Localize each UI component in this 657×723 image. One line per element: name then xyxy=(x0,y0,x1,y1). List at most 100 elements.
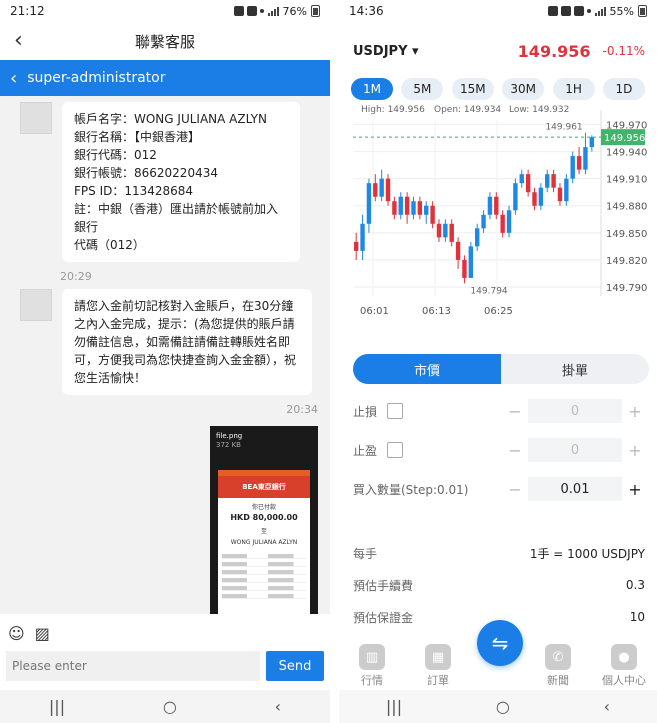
emoji-icon[interactable]: ☺ xyxy=(8,624,25,643)
x-tick-label: 06:25 xyxy=(484,306,513,317)
back-nav-icon[interactable]: ‹ xyxy=(604,697,610,716)
candle-body xyxy=(506,210,512,233)
y-tick-label: 149.850 xyxy=(606,229,647,240)
stop-loss-plus-button[interactable]: + xyxy=(623,399,647,423)
quantity-stepper: − 0.01 + xyxy=(503,476,647,502)
symbol-selector[interactable]: USDJPY ▾ xyxy=(353,44,419,59)
recents-icon[interactable]: ||| xyxy=(49,697,65,716)
nav-market[interactable]: ▥ 行情 xyxy=(346,644,398,688)
y-tick-label: 149.790 xyxy=(606,283,647,294)
bank-logo-text: BEA東亞銀行 xyxy=(242,483,286,491)
candle-body xyxy=(487,196,493,215)
input-row: Send xyxy=(0,643,330,681)
order-type-tabs: 市價 掛單 xyxy=(353,354,649,384)
message-row: 帳戶名字：WONG JULIANA AZLYN 銀行名稱：【中銀香港】 銀行代碼… xyxy=(0,102,330,262)
image-message[interactable]: file.png 372 KB BEA東亞銀行 你已付款 HKD 80,000.… xyxy=(210,426,318,614)
nav-profile[interactable]: ● 個人中心 xyxy=(598,644,650,688)
candle-body xyxy=(455,241,461,260)
take-profit-minus-button[interactable]: − xyxy=(503,438,527,462)
info-label: 預估手續費 xyxy=(353,578,414,593)
candle-body xyxy=(449,223,454,242)
avatar xyxy=(20,289,52,321)
candle-body xyxy=(404,196,410,215)
message-input[interactable] xyxy=(6,651,260,681)
trade-screen: 14:36 55% USDJPY ▾ 149.956 -0.11% 1M 5M 15… xyxy=(339,0,657,723)
take-profit-plus-button[interactable]: + xyxy=(623,438,647,462)
stop-loss-checkbox[interactable] xyxy=(387,403,403,419)
composer-tools: ☺ ▨ xyxy=(0,614,330,643)
notice-bubble: 請您入金前切記核對入金賬戶，在30分鐘之內入金完成，提示：(為您提供的賬戶請勿備… xyxy=(62,289,312,395)
info-label: 每手 xyxy=(353,546,378,561)
take-profit-label: 止盈 xyxy=(353,443,378,458)
timestamp: 20:29 xyxy=(60,270,92,283)
min-marker: 149.794 xyxy=(470,286,507,296)
back-icon[interactable]: ‹ xyxy=(14,28,23,53)
take-profit-value[interactable]: 0 xyxy=(528,438,622,462)
user-icon: ● xyxy=(611,644,637,670)
x-tick-label: 06:01 xyxy=(360,306,389,317)
image-file-header: file.png 372 KB xyxy=(210,426,318,456)
back-nav-icon[interactable]: ‹ xyxy=(275,697,281,716)
quantity-minus-button[interactable]: − xyxy=(503,477,527,501)
quantity-value[interactable]: 0.01 xyxy=(528,477,622,501)
stop-loss-minus-button[interactable]: − xyxy=(503,399,527,423)
agent-bar[interactable]: ‹ super-administrator xyxy=(0,60,330,96)
candle-body xyxy=(436,223,442,238)
notification-icons xyxy=(233,6,264,16)
status-time: 14:36 xyxy=(349,4,384,18)
y-tick-label: 149.940 xyxy=(606,148,647,159)
chevron-left-icon[interactable]: ‹ xyxy=(10,68,17,89)
trade-swap-button[interactable]: ⇋ xyxy=(477,620,523,666)
candle-body xyxy=(545,174,550,188)
candle-body xyxy=(576,156,582,170)
quantity-row: 買入數量(Step:0.01) − 0.01 + xyxy=(353,476,647,502)
bank-line: 銀行帳號：86620220434 xyxy=(74,166,218,180)
image-icon[interactable]: ▨ xyxy=(35,624,50,643)
battery-icon xyxy=(638,5,647,17)
chat-messages[interactable]: 帳戶名字：WONG JULIANA AZLYN 銀行名稱：【中銀香港】 銀行代碼… xyxy=(0,96,330,614)
take-profit-checkbox[interactable] xyxy=(387,442,403,458)
timestamp: 20:34 xyxy=(286,403,318,416)
candle-body xyxy=(411,201,416,215)
nav-orders[interactable]: ▦ 訂單 xyxy=(412,644,464,688)
battery-text: 76% xyxy=(282,4,307,18)
candle-body xyxy=(366,183,372,224)
bank-line: 銀行名稱：【中銀香港】 xyxy=(74,130,201,144)
candle-body xyxy=(538,187,544,206)
grid-icon: ▦ xyxy=(425,644,451,670)
signal-icon xyxy=(594,6,606,16)
candle-body xyxy=(424,205,429,215)
chat-composer: ☺ ▨ Send xyxy=(0,614,330,690)
candle-body xyxy=(532,192,537,206)
nav-news[interactable]: ✆ 新聞 xyxy=(532,644,584,688)
stop-loss-value[interactable]: 0 xyxy=(528,399,622,423)
y-tick-label: 149.820 xyxy=(606,256,647,267)
candle-body xyxy=(551,174,556,188)
candle-body xyxy=(385,178,391,202)
tab-pending-order[interactable]: 掛單 xyxy=(501,354,649,384)
stop-loss-stepper: − 0 + xyxy=(503,398,647,424)
tab-market-order[interactable]: 市價 xyxy=(353,354,501,384)
receipt-paid-label: 你已付款 xyxy=(251,504,276,511)
send-button[interactable]: Send xyxy=(266,651,324,681)
candle-body xyxy=(398,196,403,215)
candlestick-chart[interactable]: 149.970149.940149.910149.880149.850149.8… xyxy=(339,96,657,320)
max-marker: 149.961 xyxy=(545,123,582,133)
chat-screen: 21:12 76% ‹ 聯繫客服 ‹ super-administrator 帳… xyxy=(0,0,330,723)
info-row: 預估手續費 0.3 xyxy=(353,574,645,596)
candle-body xyxy=(519,174,524,184)
status-bar: 21:12 76% xyxy=(0,0,330,22)
quantity-label: 買入數量(Step:0.01) xyxy=(353,482,469,497)
message-row: 請您入金前切記核對入金賬戶，在30分鐘之內入金完成，提示：(為您提供的賬戶請勿備… xyxy=(0,289,330,395)
home-icon[interactable]: ○ xyxy=(163,697,177,716)
quantity-plus-button[interactable]: + xyxy=(623,477,647,501)
nav-label: 訂單 xyxy=(427,674,449,687)
recents-icon[interactable]: ||| xyxy=(386,697,402,716)
candle-body xyxy=(392,201,397,215)
home-icon[interactable]: ○ xyxy=(496,697,510,716)
candle-body xyxy=(481,214,486,229)
system-nav-bar: ||| ○ ‹ xyxy=(339,690,657,723)
candle-body xyxy=(373,183,378,197)
candle-body xyxy=(353,241,359,251)
candle-body xyxy=(443,223,448,238)
